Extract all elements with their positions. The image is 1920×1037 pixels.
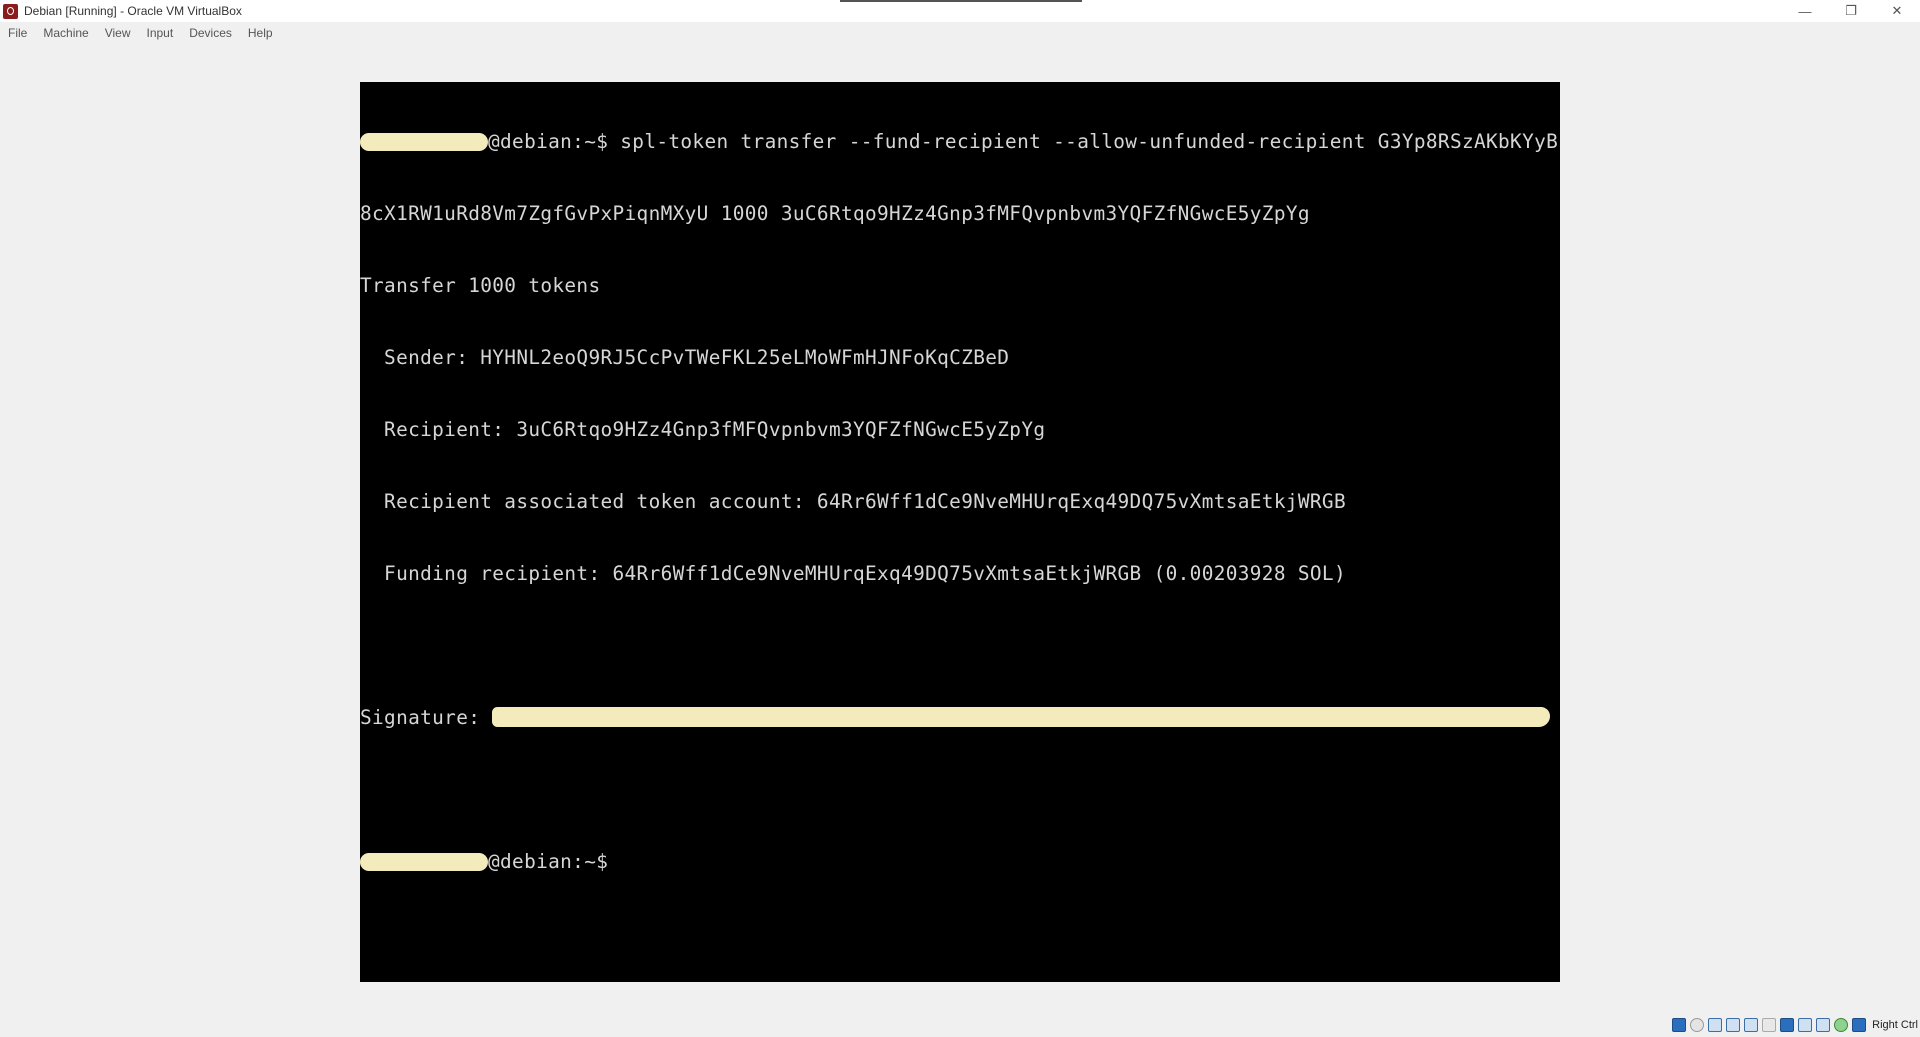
guest-display[interactable]: @debian:~$ spl-token transfer --fund-rec… xyxy=(360,82,1560,982)
output-line-recipient: Recipient: 3uC6Rtqo9HZz4Gnp3fMFQvpnbvm3Y… xyxy=(360,418,1046,441)
mouse-integration-icon[interactable] xyxy=(1852,1018,1867,1032)
virtualbox-app-icon[interactable] xyxy=(3,3,18,19)
menu-bar: File Machine View Input Devices Help xyxy=(0,22,1920,44)
minimize-button[interactable]: — xyxy=(1782,0,1828,22)
video-capture-icon[interactable] xyxy=(1798,1018,1813,1032)
menu-help[interactable]: Help xyxy=(240,22,281,44)
virtualbox-window: Debian [Running] - Oracle VM VirtualBox … xyxy=(0,0,1920,1037)
menu-machine[interactable]: Machine xyxy=(35,22,96,44)
redacted-username xyxy=(360,133,488,151)
menu-input[interactable]: Input xyxy=(139,22,182,44)
command-text: spl-token transfer --fund-recipient --al… xyxy=(608,130,1559,153)
signature-label: Signature: xyxy=(360,706,493,729)
title-drag-indicator xyxy=(840,0,1082,2)
cpu-icon[interactable] xyxy=(1816,1018,1831,1032)
restore-button[interactable]: ❐ xyxy=(1828,0,1874,22)
output-line-sender: Sender: HYHNL2eoQ9RJ5CcPvTWeFKL25eLMoWFm… xyxy=(360,346,1010,369)
menu-file[interactable]: File xyxy=(0,22,35,44)
network-icon[interactable] xyxy=(1726,1018,1741,1032)
menu-view[interactable]: View xyxy=(97,22,139,44)
command-line: @debian:~$ spl-token transfer --fund-rec… xyxy=(360,130,1560,154)
hard-disk-icon[interactable] xyxy=(1672,1018,1687,1032)
status-bar: Right Ctrl xyxy=(1670,1013,1920,1037)
output-line-associated-account: Recipient associated token account: 64Rr… xyxy=(360,490,1346,513)
output-line-transfer: Transfer 1000 tokens xyxy=(360,274,601,297)
display-icon[interactable] xyxy=(1780,1018,1795,1032)
window-controls: — ❐ ✕ xyxy=(1782,0,1920,22)
redacted-username xyxy=(360,853,488,871)
audio-icon[interactable] xyxy=(1708,1018,1723,1032)
final-prompt: @debian:~$ xyxy=(488,850,609,873)
prompt-host: @debian:~$ xyxy=(488,130,609,153)
final-prompt-line: @debian:~$ xyxy=(360,850,1560,874)
signature-line: Signature: xyxy=(360,706,1560,730)
command-wrap-line: 8cX1RW1uRd8Vm7ZgfGvPxPiqnMXyU 1000 3uC6R… xyxy=(360,202,1310,225)
menu-devices[interactable]: Devices xyxy=(181,22,240,44)
guest-additions-icon[interactable] xyxy=(1834,1018,1849,1032)
redacted-signature xyxy=(492,707,1551,727)
close-button[interactable]: ✕ xyxy=(1874,0,1920,22)
window-title: Debian [Running] - Oracle VM VirtualBox xyxy=(24,4,242,18)
optical-drive-icon[interactable] xyxy=(1690,1018,1705,1032)
host-key-label: Right Ctrl xyxy=(1872,1019,1918,1031)
title-bar[interactable]: Debian [Running] - Oracle VM VirtualBox … xyxy=(0,0,1920,22)
shared-folders-icon[interactable] xyxy=(1762,1018,1777,1032)
usb-icon[interactable] xyxy=(1744,1018,1759,1032)
terminal-console[interactable]: @debian:~$ spl-token transfer --fund-rec… xyxy=(360,82,1560,922)
output-line-funding-recipient: Funding recipient: 64Rr6Wff1dCe9NveMHUrq… xyxy=(360,562,1346,585)
